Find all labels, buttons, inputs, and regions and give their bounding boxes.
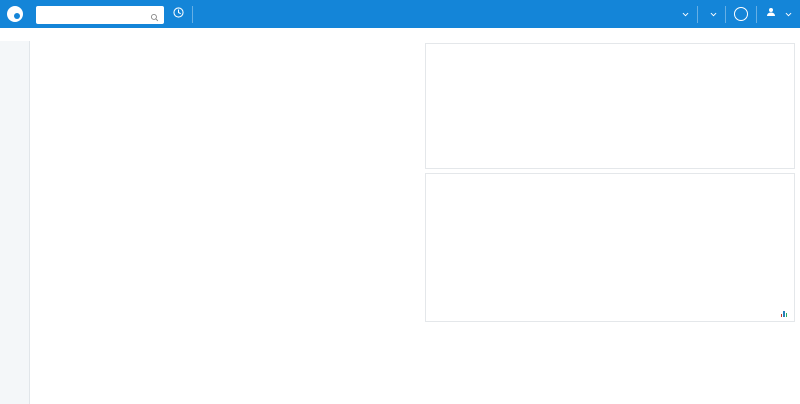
history-icon — [172, 6, 185, 22]
topbar-divider — [725, 6, 726, 23]
search-input[interactable] — [36, 6, 164, 24]
recent-history-button[interactable] — [164, 0, 192, 28]
vendor-trends-chart — [432, 179, 788, 329]
vendor-trends-widget — [425, 173, 795, 322]
cash-position-widget — [425, 43, 795, 169]
sidebar — [0, 41, 30, 404]
top-bar — [0, 0, 800, 28]
company-selector[interactable] — [670, 0, 697, 28]
topbar-divider — [192, 6, 193, 23]
tools-button[interactable] — [788, 32, 790, 39]
application-window — [0, 0, 800, 404]
logo-icon — [7, 6, 23, 22]
global-search — [36, 4, 164, 24]
search-icon — [150, 9, 159, 27]
chevron-down-icon — [710, 5, 717, 23]
chevron-down-icon — [682, 5, 689, 23]
dashboard-content — [30, 41, 800, 404]
charts-column — [425, 43, 795, 404]
chevron-down-icon — [785, 5, 792, 23]
help-button[interactable] — [734, 7, 748, 21]
business-date-selector[interactable] — [698, 0, 725, 28]
kpi-tiles-column — [36, 43, 419, 404]
user-icon — [765, 5, 777, 23]
page-header — [0, 28, 800, 41]
mini-chart-icon — [781, 311, 788, 317]
app-logo[interactable] — [0, 0, 30, 28]
user-menu[interactable] — [757, 0, 800, 28]
